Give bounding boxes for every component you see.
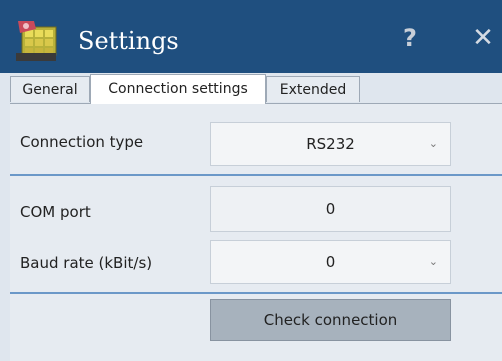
com-port-value: 0	[325, 200, 336, 218]
settings-window: Settings ? ✕ General Connection settings…	[0, 0, 502, 361]
chevron-down-icon: ⌄	[428, 255, 438, 268]
window-title: Settings	[78, 27, 179, 55]
help-icon[interactable]: ?	[395, 20, 425, 56]
baud-rate-value: 0	[325, 253, 336, 271]
connection-type-value: RS232	[306, 135, 355, 153]
settings-app-icon	[16, 21, 57, 61]
tab-connection-settings[interactable]: Connection settings	[90, 74, 266, 104]
check-connection-button[interactable]: Check connection	[210, 299, 451, 341]
baud-rate-dropdown[interactable]: 0 ⌄	[210, 240, 451, 284]
tab-extended[interactable]: Extended	[266, 76, 360, 102]
chevron-down-icon: ⌄	[428, 137, 438, 150]
title-bar: Settings ? ✕	[0, 0, 502, 73]
section-divider	[10, 292, 502, 294]
tab-general[interactable]: General	[10, 76, 90, 102]
baud-rate-label: Baud rate (kBit/s)	[20, 254, 153, 272]
connection-type-dropdown[interactable]: RS232 ⌄	[210, 122, 451, 166]
connection-type-label: Connection type	[20, 133, 144, 151]
com-port-label: COM port	[20, 203, 91, 221]
close-icon[interactable]: ✕	[466, 20, 500, 56]
tab-strip: General Connection settings Extended	[10, 74, 502, 104]
section-divider	[10, 174, 502, 176]
connection-settings-panel: Connection type RS232 ⌄ COM port 0 Baud …	[10, 103, 502, 361]
com-port-input[interactable]: 0	[210, 186, 451, 232]
